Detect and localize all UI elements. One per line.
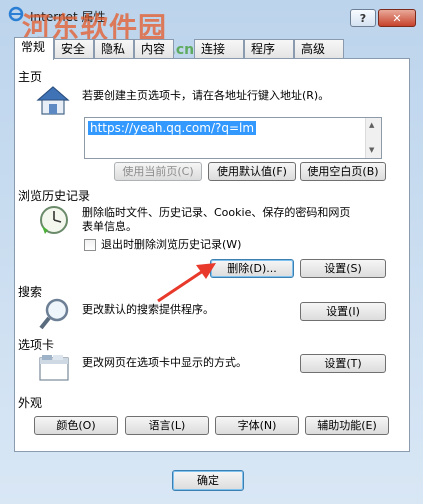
annotation-arrow-icon	[157, 263, 216, 303]
title-bar[interactable]: Internet 属性 ? ✕	[0, 0, 423, 28]
accessibility-button[interactable]: 辅助功能(E)	[305, 416, 389, 435]
ok-button[interactable]: 确定	[172, 470, 244, 491]
languages-button[interactable]: 语言(L)	[125, 416, 209, 435]
history-settings-button[interactable]: 设置(S)	[300, 259, 386, 278]
search-description: 更改默认的搜索提供程序。	[82, 303, 214, 316]
use-current-page-button[interactable]: 使用当前页(C)	[114, 162, 202, 181]
window-title: Internet 属性	[30, 10, 106, 24]
tab-security[interactable]: 安全	[54, 39, 94, 59]
history-description-line2: 表单信息。	[82, 220, 137, 233]
scroll-down-arrow-icon: ▼	[369, 146, 375, 154]
home-url-value: https://yeah.qq.com/?q=lm	[88, 121, 257, 135]
url-scrollbar[interactable]: ▲ ▼	[365, 118, 381, 158]
scroll-up-arrow-icon: ▲	[369, 121, 375, 129]
use-blank-button[interactable]: 使用空白页(B)	[300, 162, 386, 181]
help-button[interactable]: ?	[350, 9, 376, 27]
history-section-label: 浏览历史记录	[18, 189, 91, 203]
history-description-line1: 删除临时文件、历史记录、Cookie、保存的密码和网页	[82, 206, 351, 219]
ie-icon	[8, 6, 24, 22]
appearance-section-label: 外观	[18, 396, 43, 410]
delete-on-exit-label[interactable]: 退出时删除浏览历史记录(W)	[101, 238, 241, 252]
home-section-label: 主页	[18, 70, 43, 84]
tab-advanced[interactable]: 高级	[294, 39, 344, 59]
home-icon	[36, 86, 70, 115]
tab-general[interactable]: 常规	[14, 37, 54, 60]
tab-connections[interactable]: 连接	[194, 39, 244, 59]
tab-programs[interactable]: 程序	[244, 39, 294, 59]
search-settings-button[interactable]: 设置(I)	[300, 302, 386, 321]
use-default-button[interactable]: 使用默认值(F)	[208, 162, 296, 181]
history-clock-icon	[40, 206, 68, 234]
tab-privacy[interactable]: 隐私	[94, 39, 134, 59]
tabbed-window-icon	[39, 355, 69, 381]
tabs-section-label: 选项卡	[18, 338, 55, 352]
close-button[interactable]: ✕	[378, 9, 416, 27]
home-url-textarea[interactable]: https://yeah.qq.com/?q=lm ▲ ▼	[84, 117, 382, 159]
internet-options-window: Internet 属性 ? ✕ 河东软件园 www.pc0359.cn 常规 安…	[0, 0, 423, 504]
delete-on-exit-checkbox[interactable]	[84, 239, 96, 251]
home-description: 若要创建主页选项卡，请在各地址行键入地址(R)。	[82, 89, 330, 102]
delete-history-button[interactable]: 删除(D)...	[210, 259, 294, 278]
tabs-description: 更改网页在选项卡中显示的方式。	[82, 356, 247, 369]
fonts-button[interactable]: 字体(N)	[215, 416, 299, 435]
tabs-settings-button[interactable]: 设置(T)	[300, 354, 386, 373]
magnifier-icon	[39, 298, 69, 330]
colors-button[interactable]: 颜色(O)	[34, 416, 118, 435]
tab-content[interactable]: 内容	[134, 39, 174, 59]
